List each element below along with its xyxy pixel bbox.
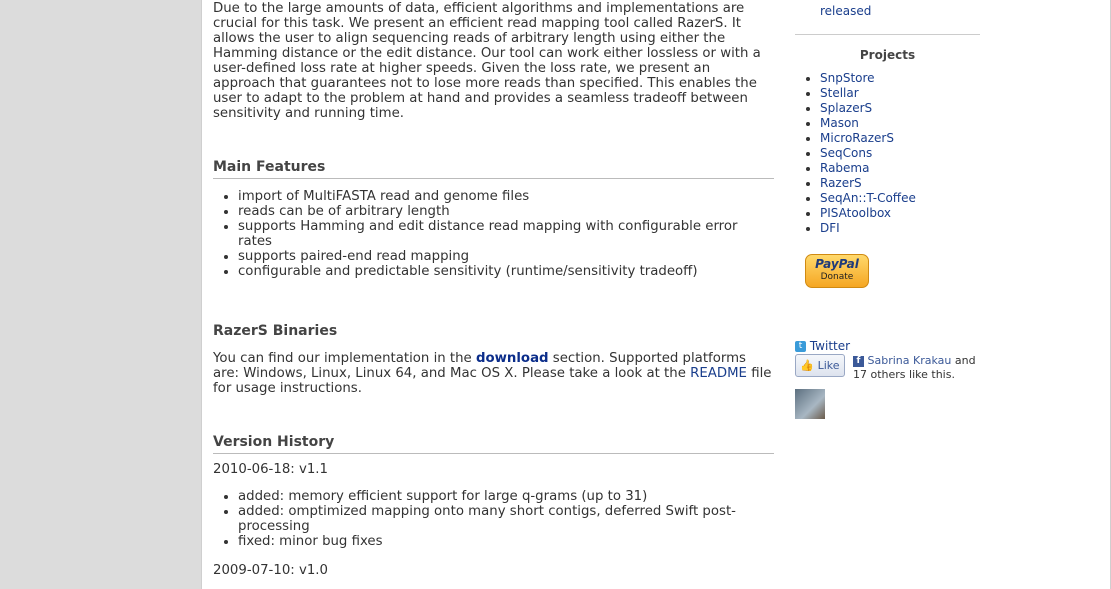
sidebar-item-project[interactable]: Rabema bbox=[820, 161, 1110, 176]
list-item: fixed: minor bug fixes bbox=[238, 534, 774, 549]
binaries-text-before: You can find our implementation in the bbox=[213, 351, 476, 366]
intro-paragraph: Due to the large amounts of data, effici… bbox=[213, 1, 761, 121]
binaries-paragraph: You can find our implementation in the d… bbox=[213, 351, 774, 396]
list-item: reads can be of arbitrary length bbox=[238, 204, 774, 219]
project-link[interactable]: SnpStore bbox=[820, 71, 875, 85]
main-features-heading: Main Features bbox=[213, 160, 774, 179]
project-link[interactable]: SeqCons bbox=[820, 146, 872, 160]
list-item: configurable and predictable sensitivity… bbox=[238, 264, 774, 279]
likes-text-2: 17 others like this. bbox=[853, 368, 955, 381]
sidebar-item-project[interactable]: SeqCons bbox=[820, 146, 1110, 161]
sidebar: released Projects SnpStore Stellar Splaz… bbox=[784, 0, 1111, 589]
project-link[interactable]: Stellar bbox=[820, 86, 859, 100]
paypal-donate-button[interactable]: PayPal Donate bbox=[805, 254, 869, 288]
sidebar-item-project[interactable]: SeqAn::T-Coffee bbox=[820, 191, 1110, 206]
readme-link[interactable]: README bbox=[690, 366, 747, 381]
project-link[interactable]: PISAtoolbox bbox=[820, 206, 891, 220]
facebook-likes-text: f Sabrina Krakau and 17 others like this… bbox=[853, 354, 983, 382]
project-link[interactable]: Rabema bbox=[820, 161, 869, 175]
download-link[interactable]: download bbox=[476, 351, 549, 366]
list-item: added: omptimized mapping onto many shor… bbox=[238, 504, 774, 534]
avatar[interactable] bbox=[795, 389, 825, 419]
released-link[interactable]: released bbox=[820, 4, 871, 18]
donate-label: Donate bbox=[820, 272, 854, 282]
main-content-panel: Due to the large amounts of data, effici… bbox=[201, 0, 785, 589]
twitter-label[interactable]: Twitter bbox=[810, 339, 850, 353]
facebook-like-button[interactable]: 👍 Like bbox=[795, 354, 845, 377]
list-item: supports paired-end read mapping bbox=[238, 249, 774, 264]
list-item: import of MultiFASTA read and genome fil… bbox=[238, 189, 774, 204]
version-changes-list: added: memory efficient support for larg… bbox=[213, 489, 774, 549]
features-list: import of MultiFASTA read and genome fil… bbox=[213, 189, 774, 279]
sidebar-item-project[interactable]: Stellar bbox=[820, 86, 1110, 101]
facebook-user-link[interactable]: Sabrina Krakau bbox=[868, 354, 952, 367]
sidebar-item-project[interactable]: MicroRazerS bbox=[820, 131, 1110, 146]
list-item: added: memory efficient support for larg… bbox=[238, 489, 774, 504]
projects-title: Projects bbox=[859, 48, 916, 62]
razers-binaries-heading: RazerS Binaries bbox=[213, 323, 338, 339]
facebook-icon: f bbox=[853, 355, 864, 367]
sidebar-item-project[interactable]: SplazerS bbox=[820, 101, 1110, 116]
version-history-heading: Version History bbox=[213, 435, 774, 454]
divider bbox=[795, 34, 980, 35]
project-link[interactable]: RazerS bbox=[820, 176, 862, 190]
sidebar-item-project[interactable]: SnpStore bbox=[820, 71, 1110, 86]
thumbs-up-icon: 👍 bbox=[800, 359, 815, 372]
twitter-link[interactable]: t Twitter bbox=[795, 339, 850, 353]
project-link[interactable]: DFI bbox=[820, 221, 840, 235]
version-date: 2010-06-18: v1.1 bbox=[213, 462, 328, 477]
project-link[interactable]: SeqAn::T-Coffee bbox=[820, 191, 916, 205]
like-label: Like bbox=[817, 359, 840, 372]
twitter-icon: t bbox=[795, 341, 806, 352]
paypal-logo: PayPal bbox=[815, 257, 859, 271]
sidebar-item-project[interactable]: RazerS bbox=[820, 176, 1110, 191]
list-item: supports Hamming and edit distance read … bbox=[238, 219, 774, 249]
likes-text-1: and bbox=[951, 354, 976, 367]
sidebar-item-project[interactable]: DFI bbox=[820, 221, 1110, 236]
sidebar-item-project[interactable]: PISAtoolbox bbox=[820, 206, 1110, 221]
project-link[interactable]: MicroRazerS bbox=[820, 131, 894, 145]
projects-list: SnpStore Stellar SplazerS Mason MicroRaz… bbox=[795, 71, 1110, 236]
project-link[interactable]: Mason bbox=[820, 116, 859, 130]
version-date: 2009-07-10: v1.0 bbox=[213, 563, 328, 578]
sidebar-item-project[interactable]: Mason bbox=[820, 116, 1110, 131]
project-link[interactable]: SplazerS bbox=[820, 101, 872, 115]
